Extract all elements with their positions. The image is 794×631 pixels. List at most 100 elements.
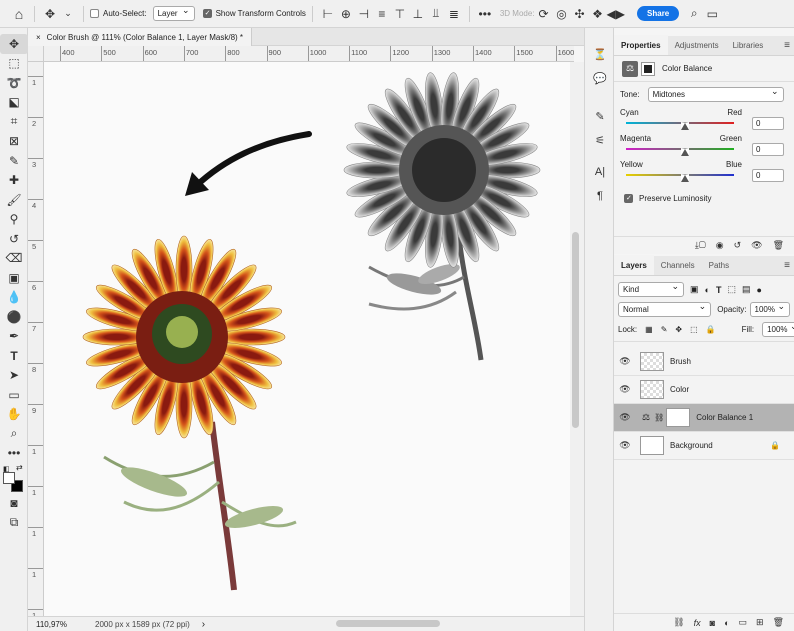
slider-thumb[interactable] (681, 173, 689, 182)
vertical-ruler[interactable]: 12345678911111 (28, 62, 44, 616)
gradient-tool-icon[interactable]: ▣ (0, 268, 28, 288)
chevron-down-icon[interactable]: ⌄ (59, 4, 77, 24)
align-left-icon[interactable]: ⊢ (319, 4, 337, 24)
path-selection-tool-icon[interactable]: ➤ (0, 366, 28, 386)
layer-mask-icon[interactable] (641, 61, 655, 76)
color-slider[interactable] (626, 171, 734, 182)
tab-layers[interactable]: Layers (614, 255, 654, 275)
slider-thumb[interactable] (681, 147, 689, 156)
frame-tool-icon[interactable]: ⊠ (0, 132, 28, 152)
slider-value-field[interactable]: 0 (752, 143, 784, 156)
foreground-color-swatch[interactable] (3, 472, 15, 484)
eraser-tool-icon[interactable]: ⌫ (0, 249, 28, 269)
preserve-luminosity-checkbox[interactable] (624, 194, 633, 203)
slider-thumb[interactable] (681, 121, 689, 130)
lock-position-icon[interactable]: ✥ (675, 325, 682, 334)
pen-tool-icon[interactable]: ✒ (0, 327, 28, 347)
distribute-icon[interactable]: ≡ (373, 4, 391, 24)
paragraph-panel-icon[interactable]: ¶ (585, 184, 615, 208)
more-options-icon[interactable]: ••• (476, 4, 494, 24)
visibility-eye-icon[interactable]: 👁 (614, 384, 636, 395)
panel-menu-icon[interactable]: ≡ (784, 260, 790, 271)
workspace-icon[interactable]: ▭ (703, 4, 721, 24)
reset-icon[interactable]: ↺ (734, 240, 742, 251)
status-menu-icon[interactable]: › (202, 619, 205, 630)
new-layer-icon[interactable]: ⊞ (756, 617, 764, 628)
layer-row-background[interactable]: 👁 Background 🔒 (614, 432, 794, 460)
document-canvas[interactable] (44, 62, 570, 616)
panel-menu-icon[interactable]: ≡ (784, 40, 790, 51)
screen-mode-icon[interactable]: ⧉ (0, 513, 28, 533)
marquee-tool-icon[interactable]: ⬚ (0, 54, 28, 74)
tone-dropdown[interactable]: Midtones (647, 86, 784, 102)
tab-adjustments[interactable]: Adjustments (668, 35, 726, 55)
vertical-scrollbar-thumb[interactable] (572, 232, 579, 428)
lock-all-icon[interactable]: 🔒 (706, 325, 716, 334)
auto-select-dropdown[interactable]: Layer (152, 5, 195, 21)
3d-scale-icon[interactable]: ◀▶ (607, 4, 625, 24)
filter-smart-object-icon[interactable]: ▤ (742, 284, 751, 295)
dodge-tool-icon[interactable]: ⚫ (0, 307, 28, 327)
filter-toggle-icon[interactable]: ● (756, 285, 761, 295)
filter-kind-dropdown[interactable]: Kind (618, 281, 684, 297)
distribute-v-icon[interactable]: ≣ (445, 4, 463, 24)
opacity-field[interactable]: 100% (749, 301, 790, 317)
lasso-tool-icon[interactable]: ➰ (0, 73, 28, 93)
healing-brush-tool-icon[interactable]: ✚ (0, 171, 28, 191)
align-middle-v-icon[interactable]: ⊥ (409, 4, 427, 24)
blur-tool-icon[interactable]: 💧 (0, 288, 28, 308)
tab-properties[interactable]: Properties (614, 35, 668, 55)
hand-tool-icon[interactable]: ✋ (0, 405, 28, 425)
filter-type-icon[interactable]: T (716, 285, 722, 295)
new-group-icon[interactable]: ▭ (739, 617, 748, 628)
zoom-tool-icon[interactable]: ⌕ (0, 424, 28, 444)
color-slider[interactable] (626, 145, 734, 156)
document-tab[interactable]: × Color Brush @ 111% (Color Balance 1, L… (28, 28, 253, 46)
3d-orbit-icon[interactable]: ⟳ (535, 4, 553, 24)
blend-mode-dropdown[interactable]: Normal (618, 301, 712, 317)
quick-mask-icon[interactable]: ◙ (0, 493, 28, 513)
history-panel-icon[interactable]: ⏳ (585, 42, 615, 66)
filter-shape-icon[interactable]: ⬚ (727, 284, 736, 295)
link-layers-icon[interactable]: ⛓ (673, 617, 684, 628)
home-icon[interactable]: ⌂ (10, 4, 28, 24)
link-chain-icon[interactable]: ⛓ (654, 413, 664, 422)
layer-row-color[interactable]: 👁 Color (614, 376, 794, 404)
lock-artboard-icon[interactable]: ⬚ (690, 325, 698, 334)
3d-pan-icon[interactable]: ✣ (571, 4, 589, 24)
crop-tool-icon[interactable]: ⌗ (0, 112, 28, 132)
3d-roll-icon[interactable]: ◎ (553, 4, 571, 24)
visibility-eye-icon[interactable]: 👁 (614, 440, 636, 451)
tab-channels[interactable]: Channels (654, 255, 702, 275)
type-tool-icon[interactable]: T (0, 346, 28, 366)
history-brush-tool-icon[interactable]: ↺ (0, 229, 28, 249)
edit-toolbar-icon[interactable]: ••• (0, 444, 28, 464)
layer-row-brush[interactable]: 👁 Brush (614, 348, 794, 376)
slider-value-field[interactable]: 0 (752, 117, 784, 130)
layer-mask-thumbnail[interactable] (666, 408, 691, 427)
lock-pixels-icon[interactable]: ✎ (661, 325, 668, 334)
show-transform-checkbox[interactable] (202, 9, 212, 18)
brush-tool-icon[interactable]: 🖌 (0, 190, 28, 210)
layer-style-icon[interactable]: fx (694, 618, 701, 628)
auto-select-checkbox[interactable] (90, 9, 99, 18)
rectangle-tool-icon[interactable]: ▭ (0, 385, 28, 405)
adjust-panel-icon[interactable]: ⚟ (585, 128, 615, 152)
3d-slide-icon[interactable]: ❖ (589, 4, 607, 24)
share-button[interactable]: Share (637, 6, 680, 21)
move-tool-icon[interactable]: ✥ (0, 34, 28, 54)
eyedropper-tool-icon[interactable]: ✎ (0, 151, 28, 171)
visibility-eye-icon[interactable]: 👁 (751, 240, 762, 251)
layer-row-color-balance[interactable]: 👁 ⚖ ⛓ Color Balance 1 (614, 404, 794, 432)
clip-to-layer-icon[interactable]: ⤓▢ (695, 240, 706, 251)
align-top-icon[interactable]: ⊤ (391, 4, 409, 24)
visibility-eye-icon[interactable]: 👁 (614, 412, 636, 423)
tab-paths[interactable]: Paths (702, 255, 736, 275)
close-icon[interactable]: × (36, 33, 41, 42)
trash-icon[interactable]: 🗑 (773, 240, 784, 251)
add-mask-icon[interactable]: ◙ (710, 618, 715, 628)
horizontal-scrollbar-thumb[interactable] (336, 620, 440, 627)
brush-settings-icon[interactable]: ✎ (585, 104, 615, 128)
visibility-eye-icon[interactable]: 👁 (614, 356, 636, 367)
align-right-icon[interactable]: ⊣ (355, 4, 373, 24)
